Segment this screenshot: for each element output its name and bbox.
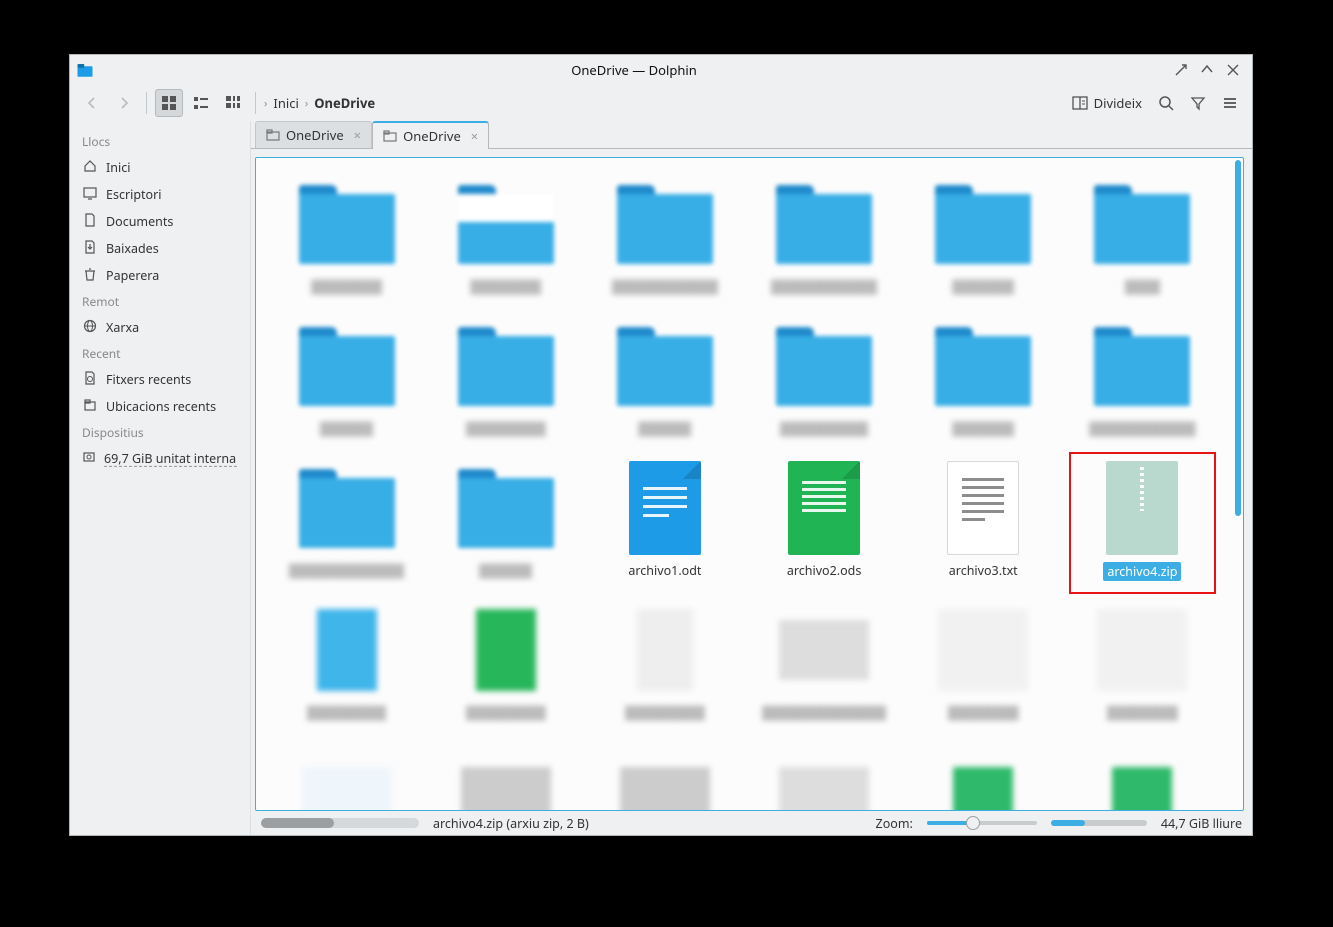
horizontal-scrollbar[interactable] [261,818,419,828]
folder-item[interactable]: ███████ [907,168,1060,310]
minimize-button[interactable] [1168,57,1194,83]
back-button[interactable] [78,89,106,117]
sidebar-item-recent-places[interactable]: Ubicacions recents [74,391,246,418]
desktop-icon [82,186,98,200]
folder-item[interactable]: ██████ [588,310,741,452]
icon-view-button[interactable] [155,89,183,117]
tab-bar: OneDrive × OneDrive × [251,121,1252,149]
recent-files-icon [82,371,98,385]
tab-onedrive-1[interactable]: OneDrive × [255,121,372,148]
dolphin-window: OneDrive — Dolphin › Inici › OneDrive Di… [69,54,1253,836]
compact-view-button[interactable] [187,89,215,117]
file-item-txt[interactable]: archivo3.txt [907,452,1060,594]
main-area: OneDrive × OneDrive × ████████ ████████ … [251,121,1252,835]
file-item-odt[interactable]: archivo1.odt [588,452,741,594]
folder-item[interactable]: ███████ [907,310,1060,452]
sidebar-item-recent-files[interactable]: Fitxers recents [74,364,246,391]
file-item[interactable]: ████████ [1066,594,1219,736]
file-item[interactable]: ████████ [907,594,1060,736]
sidebar-item-downloads[interactable]: Baixades [74,233,246,260]
sidebar-item-trash[interactable]: Paperera [74,260,246,287]
folder-icon [266,128,280,142]
folder-item[interactable]: ████████████ [588,168,741,310]
zoom-label: Zoom: [876,815,913,832]
sidebar-item-network[interactable]: Xarxa [74,312,246,339]
disk-usage-bar [1051,820,1147,826]
sidebar-section-recent: Recent [74,339,246,364]
toolbar: › Inici › OneDrive Divideix [70,85,1252,121]
breadcrumb-root[interactable]: Inici [273,94,298,112]
folder-item[interactable]: ████████████ [748,168,901,310]
folder-item[interactable]: ██████ [270,310,423,452]
sidebar-section-devices: Dispositius [74,418,246,443]
folder-item[interactable]: ████████ [270,168,423,310]
close-button[interactable] [1220,57,1246,83]
folder-item[interactable]: ██████████ [748,310,901,452]
file-grid: ████████ ████████ ████████████ █████████… [256,158,1233,810]
file-item[interactable]: █████████ [588,594,741,736]
sidebar-section-places: Llocs [74,127,246,152]
maximize-button[interactable] [1194,57,1220,83]
file-item-ods[interactable]: archivo2.ods [748,452,901,594]
sidebar-item-internal-disk[interactable]: 69,7 GiB unitat interna (sda) [74,443,246,470]
chevron-right-icon: › [264,96,267,111]
search-button[interactable] [1152,89,1180,117]
folder-item[interactable]: ██████ [429,452,582,594]
chevron-right-icon: › [305,96,308,111]
split-view-button[interactable]: Divideix [1066,89,1148,117]
breadcrumb-current[interactable]: OneDrive [314,94,375,112]
file-item[interactable] [1066,736,1219,810]
file-item-zip[interactable]: archivo4.zip [1066,452,1219,594]
zoom-slider[interactable] [927,821,1037,825]
file-item[interactable]: █████████ [429,594,582,736]
window-title: OneDrive — Dolphin [100,61,1168,79]
network-icon [82,319,98,333]
file-item[interactable] [429,736,582,810]
sidebar-item-desktop[interactable]: Escriptori [74,179,246,206]
forward-button[interactable] [110,89,138,117]
statusbar: archivo4.zip (arxiu zip, 2 B) Zoom: 44,7… [251,811,1252,835]
tab-onedrive-2[interactable]: OneDrive × [372,121,489,149]
disk-icon [82,450,96,464]
folder-item[interactable]: ████████ [429,168,582,310]
trash-icon [82,267,98,281]
sidebar-item-home[interactable]: Inici [74,152,246,179]
close-icon[interactable]: × [354,126,361,144]
titlebar: OneDrive — Dolphin [70,55,1252,85]
file-item[interactable] [270,736,423,810]
vertical-scrollbar[interactable] [1233,158,1243,810]
folder-icon [383,129,397,143]
file-item[interactable]: ██████████████ [748,594,901,736]
close-icon[interactable]: × [471,127,478,145]
file-item[interactable]: █████████ [270,594,423,736]
folder-item[interactable]: ████ [1066,168,1219,310]
file-item[interactable] [588,736,741,810]
places-panel: Llocs Inici Escriptori Documents Baixade… [70,121,251,835]
file-item[interactable] [907,736,1060,810]
menu-button[interactable] [1216,89,1244,117]
file-view[interactable]: ████████ ████████ ████████████ █████████… [255,157,1244,811]
breadcrumb[interactable]: › Inici › OneDrive [264,94,375,112]
recent-places-icon [82,398,98,412]
folder-item[interactable]: ████████████ [1066,310,1219,452]
download-icon [82,240,98,254]
details-view-button[interactable] [219,89,247,117]
file-item[interactable] [748,736,901,810]
filter-button[interactable] [1184,89,1212,117]
selection-status: archivo4.zip (arxiu zip, 2 B) [433,815,589,832]
sidebar-item-documents[interactable]: Documents [74,206,246,233]
sidebar-section-remote: Remot [74,287,246,312]
app-icon [76,61,94,79]
document-icon [82,213,98,227]
folder-item[interactable]: █████████████ [270,452,423,594]
folder-item[interactable]: █████████ [429,310,582,452]
home-icon [82,159,98,173]
disk-free-label: 44,7 GiB lliure [1161,815,1242,832]
